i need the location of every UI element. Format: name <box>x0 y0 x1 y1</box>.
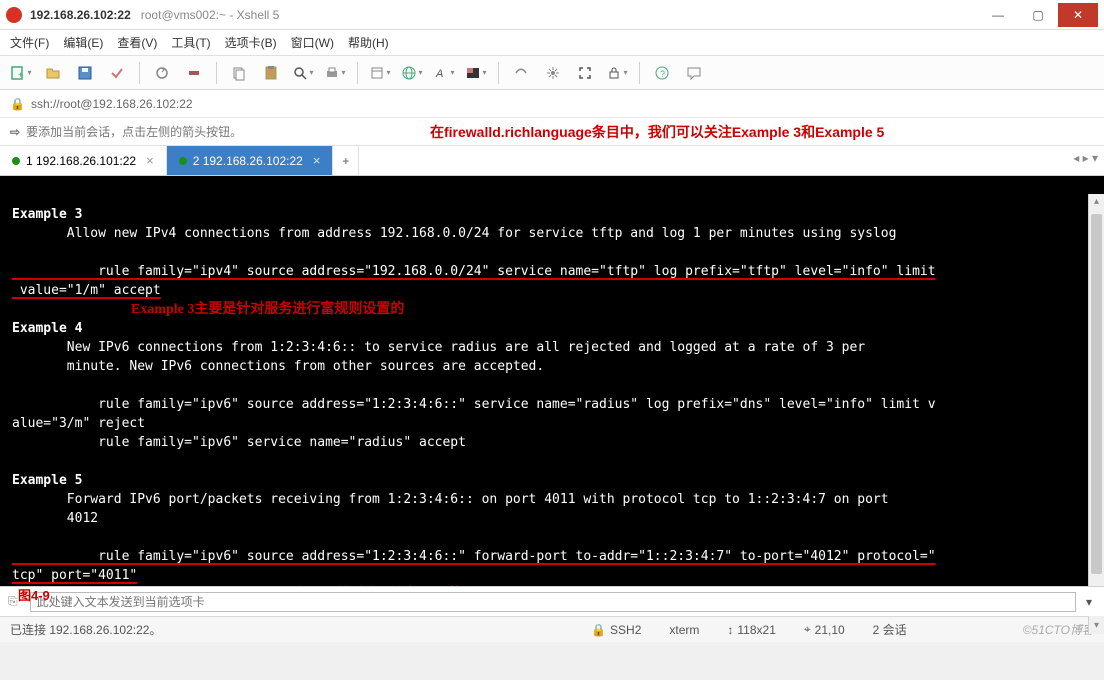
close-button[interactable]: ✕ <box>1058 3 1098 27</box>
color-scheme-icon[interactable]: ▾ <box>463 60 489 86</box>
reconnect-icon[interactable] <box>149 60 175 86</box>
status-term: xterm <box>669 623 699 637</box>
tab-label: 1 192.168.26.101:22 <box>26 154 136 168</box>
menu-window[interactable]: 窗口(W) <box>291 34 334 51</box>
app-icon <box>6 7 22 23</box>
send-input[interactable] <box>30 592 1076 612</box>
annotation-ex3: Example 3主要是针对服务进行富规则设置的 <box>12 302 404 317</box>
help-icon[interactable]: ? <box>649 60 675 86</box>
svg-text:?: ? <box>660 69 665 79</box>
ex3-title: Example 3 <box>12 207 82 222</box>
feedback-icon[interactable] <box>681 60 707 86</box>
svg-text:A: A <box>435 68 443 80</box>
vertical-scrollbar[interactable]: ▴ ▾ <box>1088 194 1104 634</box>
input-toggle-icon[interactable]: ⎘ <box>8 594 18 609</box>
toolbar: +▾ ▾ ▾ ▾ ▾ A▾ ▾ ▾ ? <box>0 56 1104 90</box>
svg-text:+: + <box>18 70 23 80</box>
ex5-rule-b: tcp" port="4011" <box>12 568 137 583</box>
terminal-output[interactable]: Example 3 Allow new IPv4 connections fro… <box>0 176 1104 586</box>
scroll-up-icon[interactable]: ▴ <box>1089 194 1104 210</box>
settings-icon[interactable] <box>540 60 566 86</box>
tab-close-icon[interactable]: × <box>313 153 321 168</box>
ex4-rule1a: rule family="ipv6" source address="1:2:3… <box>12 397 936 412</box>
status-connection: 已连接 192.168.26.102:22。 <box>10 621 563 638</box>
watermark: ©51CTO博客 <box>1023 621 1094 638</box>
ex4-rule2: rule family="ipv6" service name="radius"… <box>12 435 466 450</box>
tunneling-icon[interactable] <box>508 60 534 86</box>
address-text: ssh://root@192.168.26.102:22 <box>31 97 193 111</box>
properties-icon[interactable]: ▾ <box>367 60 393 86</box>
status-sessions: 2 会话 <box>873 621 907 638</box>
title-text-main: 192.168.26.102:22 <box>30 8 131 22</box>
minimize-button[interactable]: — <box>978 3 1018 27</box>
save-icon[interactable] <box>72 60 98 86</box>
open-icon[interactable] <box>40 60 66 86</box>
menu-help[interactable]: 帮助(H) <box>348 34 389 51</box>
find-icon[interactable]: ▾ <box>290 60 316 86</box>
ex5-rule-a: rule family="ipv6" source address="1:2:3… <box>12 549 936 564</box>
ex5-title: Example 5 <box>12 473 82 488</box>
menu-file[interactable]: 文件(F) <box>10 34 49 51</box>
title-text-sub: root@vms002:~ - Xshell 5 <box>141 8 280 22</box>
print-icon[interactable]: ▾ <box>322 60 348 86</box>
tab-session-1[interactable]: 1 192.168.26.101:22 × <box>0 146 167 175</box>
ex4-desc2: minute. New IPv6 connections from other … <box>12 359 544 374</box>
globe-icon[interactable]: ▾ <box>399 60 425 86</box>
font-icon[interactable]: A▾ <box>431 60 457 86</box>
ex3-rule-b: value="1/m" accept <box>12 283 161 298</box>
maximize-button[interactable]: ▢ <box>1018 3 1058 27</box>
new-session-icon[interactable]: +▾ <box>8 60 34 86</box>
status-pos: ⌖ 21,10 <box>804 622 845 637</box>
scroll-thumb[interactable] <box>1091 214 1102 574</box>
ex4-rule1b: alue="3/m" reject <box>12 416 145 431</box>
tab-nav-arrows[interactable]: ◂ ▸ ▾ <box>1073 151 1098 165</box>
ex3-rule-a: rule family="ipv4" source address="192.1… <box>12 264 936 279</box>
input-bar: 图4-9 ⎘ ▾ <box>0 586 1104 616</box>
menu-edit[interactable]: 编辑(E) <box>63 34 103 51</box>
menu-view[interactable]: 查看(V) <box>117 34 157 51</box>
menu-tabs[interactable]: 选项卡(B) <box>225 34 277 51</box>
lock-icon[interactable]: ▾ <box>604 60 630 86</box>
hint-bar: ⇨ 要添加当前会话，点击左侧的箭头按钮。 在firewalld.richlang… <box>0 118 1104 146</box>
tab-strip: 1 192.168.26.101:22 × 2 192.168.26.102:2… <box>0 146 1104 176</box>
ex3-desc: Allow new IPv4 connections from address … <box>12 226 896 241</box>
ex4-desc1: New IPv6 connections from 1:2:3:4:6:: to… <box>12 340 865 355</box>
status-dot-icon <box>12 157 20 165</box>
connect-icon[interactable] <box>104 60 130 86</box>
status-dot-icon <box>179 157 187 165</box>
send-dropdown-icon[interactable]: ▾ <box>1082 593 1096 611</box>
status-protocol: 🔒 SSH2 <box>591 623 641 637</box>
copy-icon[interactable] <box>226 60 252 86</box>
title-bar: 192.168.26.102:22 root@vms002:~ - Xshell… <box>0 0 1104 30</box>
tab-close-icon[interactable]: × <box>146 153 154 168</box>
menu-bar: 文件(F) 编辑(E) 查看(V) 工具(T) 选项卡(B) 窗口(W) 帮助(… <box>0 30 1104 56</box>
ex5-desc2: 4012 <box>12 511 98 526</box>
tab-session-2[interactable]: 2 192.168.26.102:22 × <box>167 146 334 175</box>
address-bar[interactable]: 🔒 ssh://root@192.168.26.102:22 <box>0 90 1104 118</box>
disconnect-icon[interactable] <box>181 60 207 86</box>
tab-add-button[interactable]: + <box>333 146 359 175</box>
ex4-title: Example 4 <box>12 321 82 336</box>
menu-tools[interactable]: 工具(T) <box>171 34 210 51</box>
fullscreen-icon[interactable] <box>572 60 598 86</box>
arrow-icon[interactable]: ⇨ <box>10 125 20 139</box>
ex5-desc1: Forward IPv6 port/packets receiving from… <box>12 492 889 507</box>
status-bar: 已连接 192.168.26.102:22。 🔒 SSH2 xterm ↕ 11… <box>0 616 1104 642</box>
tab-label: 2 192.168.26.102:22 <box>193 154 303 168</box>
status-size: ↕ 118x21 <box>727 623 775 637</box>
annotation-top: 在firewalld.richlanguage条目中，我们可以关注Example… <box>430 122 884 142</box>
scroll-down-icon[interactable]: ▾ <box>1089 618 1104 634</box>
lock-small-icon: 🔒 <box>10 97 25 111</box>
hint-text: 要添加当前会话，点击左侧的箭头按钮。 <box>26 123 242 140</box>
paste-icon[interactable] <box>258 60 284 86</box>
figure-label: 图4-9 <box>18 585 50 604</box>
